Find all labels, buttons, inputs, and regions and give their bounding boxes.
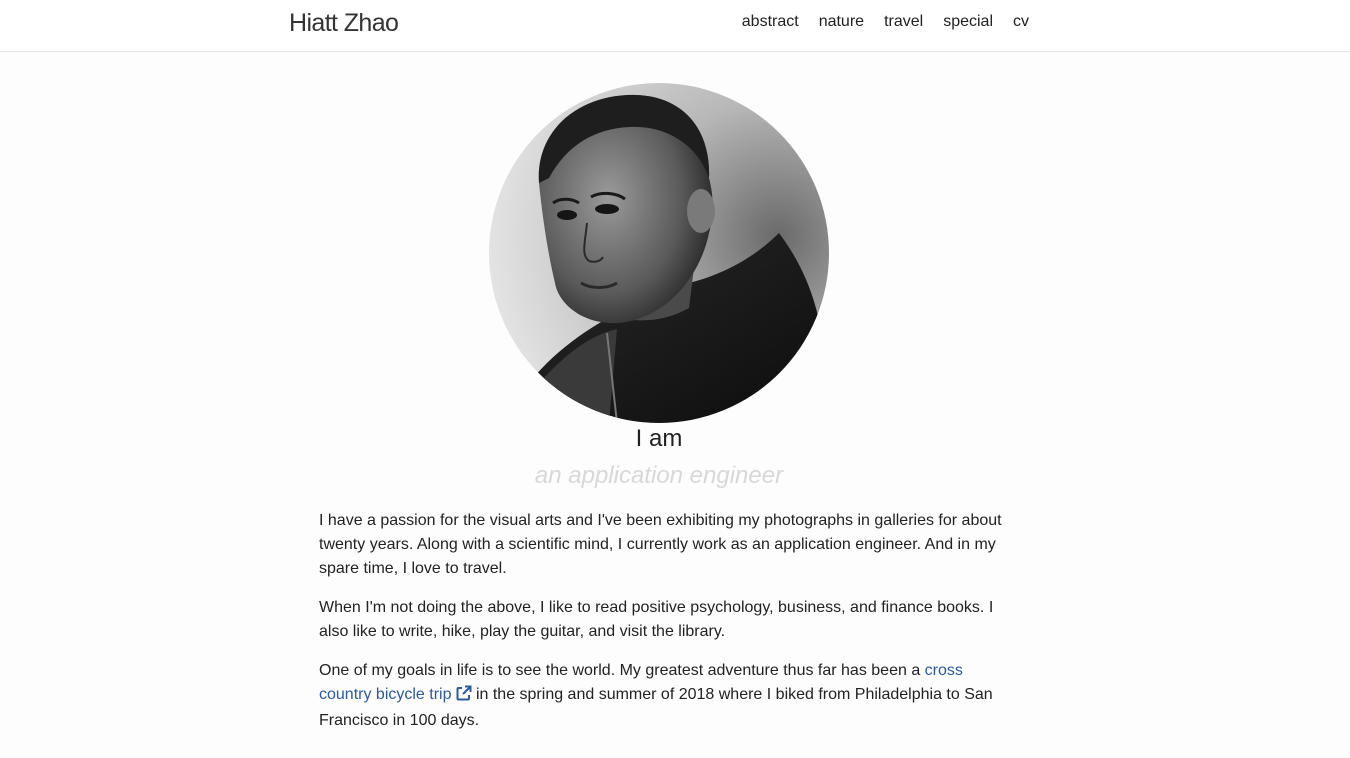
nav-link-travel[interactable]: travel [884,13,923,30]
about-paragraph-3: One of my goals in life is to see the wo… [319,659,1009,733]
nav-link-special[interactable]: special [943,13,993,30]
nav-item-special: special [943,13,993,31]
paragraph-3-text-before: One of my goals in life is to see the wo… [319,662,925,679]
nav-item-nature: nature [819,13,864,31]
external-link-icon [456,685,472,709]
about-paragraph-1: I have a passion for the visual arts and… [319,512,1002,577]
nav-link-nature[interactable]: nature [819,13,864,30]
nav-item-cv: cv [1013,13,1029,31]
nav-item-travel: travel [884,13,923,31]
portrait-image [489,83,829,423]
main-nav: abstract nature travel special cv [742,13,1029,31]
about-paragraph-2: When I'm not doing the above, I like to … [319,599,994,640]
top-navbar: Hiatt Zhao abstract nature travel specia… [0,0,1350,52]
role-subtitle: an application engineer [534,462,784,489]
intro-heading: I am [635,425,683,452]
about-section: I have a passion for the visual arts and… [319,509,1009,748]
site-brand-link[interactable]: Hiatt Zhao [289,9,399,38]
profile-photo [489,83,829,423]
nav-link-cv[interactable]: cv [1013,13,1029,30]
nav-link-abstract[interactable]: abstract [742,13,799,30]
nav-item-abstract: abstract [742,13,799,31]
